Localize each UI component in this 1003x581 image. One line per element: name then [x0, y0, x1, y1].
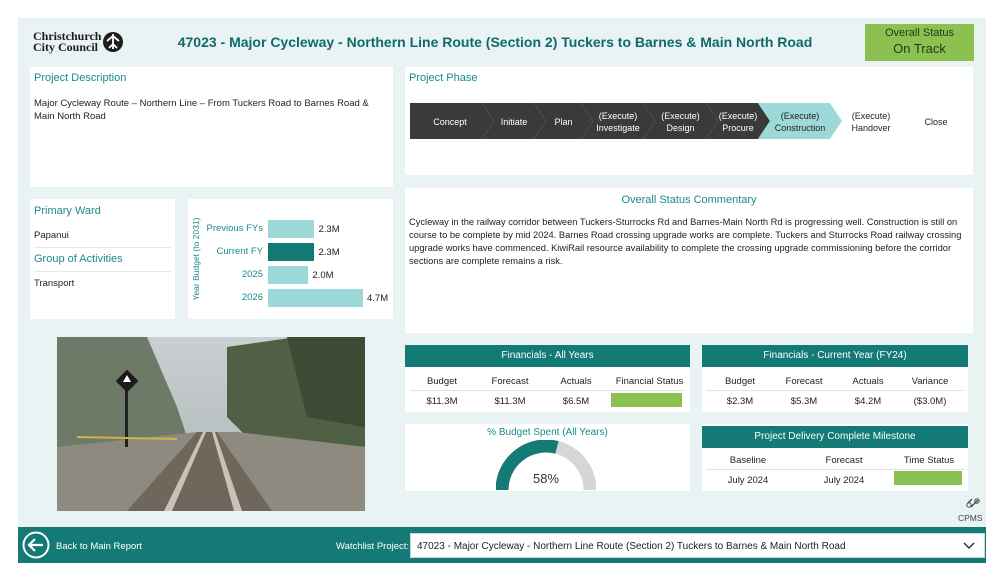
fin-current-header: Actuals [852, 376, 884, 387]
fin-all-header: Actuals [560, 376, 592, 387]
divider [410, 390, 685, 391]
financials-all-title: Financials - All Years [405, 345, 690, 367]
overall-status-label: Overall Status [884, 27, 955, 39]
fin-current-header: Budget [724, 376, 756, 387]
budget-bar-value: 4.7M [367, 293, 389, 304]
phase-step-label: (Execute) [781, 111, 820, 121]
fin-all-header: Financial Status [615, 376, 684, 387]
phase-step-label: Concept [433, 117, 467, 127]
project-description-label: Project Description [34, 72, 127, 84]
divider [34, 247, 171, 248]
logo-line-2: City Council [33, 40, 99, 54]
divider [34, 271, 171, 272]
phase-step-label: Investigate [596, 123, 640, 133]
overall-status-badge: Overall Status On Track [865, 24, 974, 61]
divider [706, 390, 964, 391]
fin-current-header: Forecast [785, 376, 823, 387]
budget-bar-value: 2.3M [318, 224, 340, 235]
phase-step-label: Procure [722, 123, 754, 133]
milestone-title: Project Delivery Complete Milestone [702, 426, 968, 448]
phase-step-label: Construction [775, 123, 826, 133]
phase-step-construction [758, 103, 842, 139]
primary-ward-value: Papanui [34, 230, 69, 241]
link-icon[interactable] [966, 497, 980, 509]
milestone-header: Baseline [729, 455, 767, 466]
back-arrow-icon[interactable] [22, 531, 50, 559]
milestone-value: July 2024 [823, 475, 865, 486]
budget-spent-value: 58% [532, 471, 560, 486]
project-phase-label: Project Phase [409, 72, 478, 84]
phase-step-label: (Execute) [661, 111, 700, 121]
phase-step-label: Handover [851, 123, 890, 133]
budget-bar-label: 2026 [241, 292, 263, 303]
fin-all-header: Forecast [491, 376, 529, 387]
budget-bar-label: 2025 [241, 269, 263, 280]
budget-bar [268, 289, 363, 307]
fin-all-value: $11.3M [426, 396, 458, 407]
primary-ward-label: Primary Ward [34, 205, 101, 217]
commentary-panel: Overall Status Commentary Cycleway in th… [405, 188, 973, 333]
budget-bar-label: Previous FYs [206, 223, 264, 234]
group-activities-value: Transport [34, 278, 75, 289]
phase-step-label: (Execute) [599, 111, 638, 121]
phase-step-handover [830, 103, 912, 139]
logo-icon [103, 32, 123, 52]
watchlist-label: Watchlist Project: [336, 541, 410, 552]
group-activities-label: Group of Activities [34, 253, 123, 265]
phase-step-label: Plan [554, 117, 572, 127]
phase-step-label: Close [924, 117, 947, 127]
phase-step-label: Design [666, 123, 694, 133]
watchlist-project-value: 47023 - Major Cycleway - Northern Line R… [417, 541, 846, 552]
project-description-panel: Project Description Major Cycleway Route… [30, 67, 393, 187]
project-photo [57, 337, 365, 511]
budget-bar-value: 2.0M [312, 270, 334, 281]
watchlist-project-select[interactable]: 47023 - Major Cycleway - Northern Line R… [410, 533, 985, 558]
fin-current-value: $4.2M [854, 396, 882, 407]
ward-panel: Primary Ward Papanui Group of Activities… [30, 199, 175, 319]
financials-current-title: Financials - Current Year (FY24) [702, 345, 968, 367]
project-description-text: Major Cycleway Route – Northern Line – F… [34, 98, 369, 122]
budget-bar [268, 266, 309, 284]
fin-current-value: $2.3M [726, 396, 754, 407]
time-status-indicator [894, 471, 962, 485]
phase-step-label: Initiate [501, 117, 528, 127]
phase-step-label: (Execute) [719, 111, 758, 121]
fin-all-header: Budget [426, 376, 458, 387]
commentary-text: Cycleway in the railway corridor between… [409, 217, 962, 266]
chevron-down-icon[interactable] [963, 542, 975, 550]
budget-bar [268, 243, 315, 261]
fin-current-header: Variance [911, 376, 949, 387]
milestone-header: Forecast [825, 455, 863, 466]
council-logo: Christchurch City Council [33, 30, 101, 54]
budget-spent-title: % Budget Spent (All Years) [487, 427, 608, 438]
financial-status-indicator [611, 393, 682, 407]
phase-step-label: (Execute) [852, 111, 891, 121]
fin-all-value: $11.3M [494, 396, 526, 407]
back-to-main-report-button[interactable]: Back to Main Report [56, 541, 142, 552]
budget-bar-value: 2.3M [318, 247, 340, 258]
fin-all-value: $6.5M [562, 396, 590, 407]
milestone-value: July 2024 [727, 475, 769, 486]
phase-chevron-bar: Concept Initiate Plan (Execute) Investigate (… [410, 103, 970, 139]
budget-bar [268, 220, 315, 238]
divider [706, 469, 964, 470]
budget-bar-label: Current FY [216, 246, 263, 257]
cpms-link[interactable]: CPMS [958, 513, 983, 523]
fin-current-value: ($3.0M) [913, 396, 947, 407]
page-title: 47023 - Major Cycleway - Northern Line R… [177, 34, 813, 50]
milestone-header: Time Status [903, 455, 955, 466]
overall-status-value: On Track [893, 41, 946, 56]
commentary-label: Overall Status Commentary [621, 194, 757, 206]
fin-current-value: $5.3M [790, 396, 818, 407]
